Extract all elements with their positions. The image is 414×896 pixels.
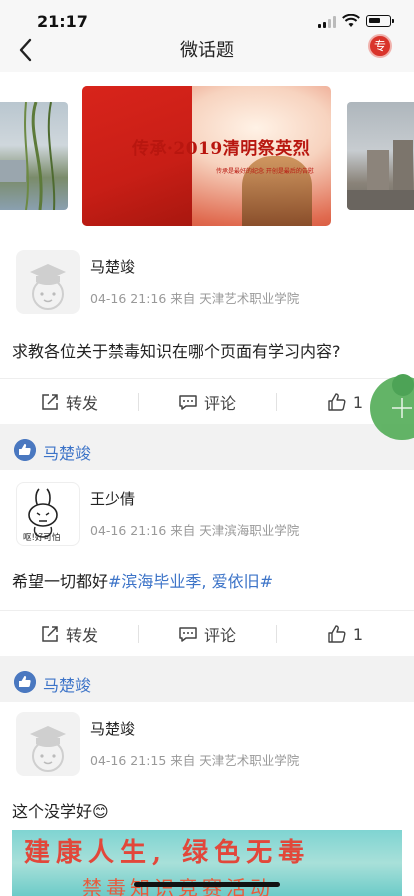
status-time: 21:17	[37, 12, 88, 31]
post-author[interactable]: 王少倩	[90, 488, 135, 509]
avatar[interactable]	[16, 250, 80, 314]
banner-title: 传承·2019清明祭英烈	[132, 139, 311, 159]
floating-button-indicator	[392, 374, 414, 396]
banner-subtitle: 传承是最好的纪念 开创是最后的告慰	[216, 168, 314, 175]
like-count: 1	[352, 392, 364, 412]
topic-badge-button[interactable]: 专	[368, 34, 392, 58]
home-indicator	[134, 882, 280, 887]
repost-label: 转发	[65, 626, 98, 645]
avatar[interactable]: 呕!好可怕	[16, 482, 80, 546]
liked-thumb-icon	[14, 671, 36, 693]
status-bar: 21:17	[0, 0, 414, 34]
banner-slide-next[interactable]	[347, 102, 414, 210]
comment-label: 评论	[203, 626, 236, 645]
thumbs-up-icon	[328, 393, 346, 411]
post-action-bar: 转发 评论 1	[0, 610, 414, 656]
post-content: 这个没学好😊	[12, 802, 109, 821]
post-meta: 04-16 21:16 来自 天津滨海职业学院	[90, 523, 300, 538]
post-content: 希望一切都好#滨海毕业季, 爱依旧#	[12, 568, 273, 592]
comment-icon	[179, 627, 197, 642]
post-author[interactable]: 马楚竣	[90, 718, 135, 739]
banner-slide-current[interactable]: 传承·2019清明祭英烈 传承是最好的纪念 开创是最后的告慰	[82, 86, 331, 226]
avatar[interactable]	[16, 712, 80, 776]
post-card[interactable]: 马楚竣 04-16 21:16 来自 天津艺术职业学院 求教各位关于禁毒知识在哪…	[0, 240, 414, 378]
comment-button[interactable]: 评论	[138, 611, 276, 657]
topic-tag-link[interactable]: #滨海毕业季, 爱依旧#	[108, 572, 273, 591]
post-action-bar: 转发 评论 1	[0, 378, 414, 424]
post-meta: 04-16 21:15 来自 天津艺术职业学院	[90, 753, 300, 768]
repost-button[interactable]: 转发	[0, 611, 138, 657]
post-author[interactable]: 马楚竣	[90, 256, 135, 277]
banner-carousel[interactable]: 传承·2019清明祭英烈 传承是最好的纪念 开创是最后的告慰	[0, 72, 414, 240]
liked-by-user[interactable]: 马楚竣	[43, 440, 91, 464]
post-content: 求教各位关于禁毒知识在哪个页面有学习内容?	[12, 342, 341, 361]
post-meta: 04-16 21:16 来自 天津艺术职业学院	[90, 291, 300, 306]
share-icon	[42, 626, 58, 642]
like-count: 1	[352, 624, 364, 644]
comment-icon	[179, 395, 197, 410]
liked-thumb-icon	[14, 439, 36, 461]
battery-icon	[366, 15, 394, 27]
image-text-line1: 建康人生, 绿色无毒	[24, 838, 311, 868]
comment-label: 评论	[203, 394, 236, 413]
like-button[interactable]: 1	[276, 611, 414, 657]
cellular-signal-icon	[318, 16, 338, 28]
post-content-text: 希望一切都好	[12, 572, 109, 591]
comment-button[interactable]: 评论	[138, 379, 276, 425]
navigation-bar: 微话题 专	[0, 34, 414, 72]
liked-by-bar: 马楚竣	[0, 662, 414, 702]
share-icon	[42, 394, 58, 410]
avatar-caption: 呕!好可怕	[23, 533, 61, 543]
page-title: 微话题	[180, 40, 234, 61]
banner-slide-previous[interactable]	[0, 102, 68, 210]
liked-by-user[interactable]: 马楚竣	[43, 672, 91, 696]
thumbs-up-icon	[328, 625, 346, 643]
default-avatar-icon	[30, 726, 66, 772]
repost-button[interactable]: 转发	[0, 379, 138, 425]
post-card[interactable]: 呕!好可怕 王少倩 04-16 21:16 来自 天津滨海职业学院 希望一切都好…	[0, 470, 414, 610]
repost-label: 转发	[65, 394, 98, 413]
wifi-icon	[342, 14, 360, 27]
default-avatar-icon	[30, 264, 66, 310]
liked-by-bar: 马楚竣	[0, 430, 414, 470]
